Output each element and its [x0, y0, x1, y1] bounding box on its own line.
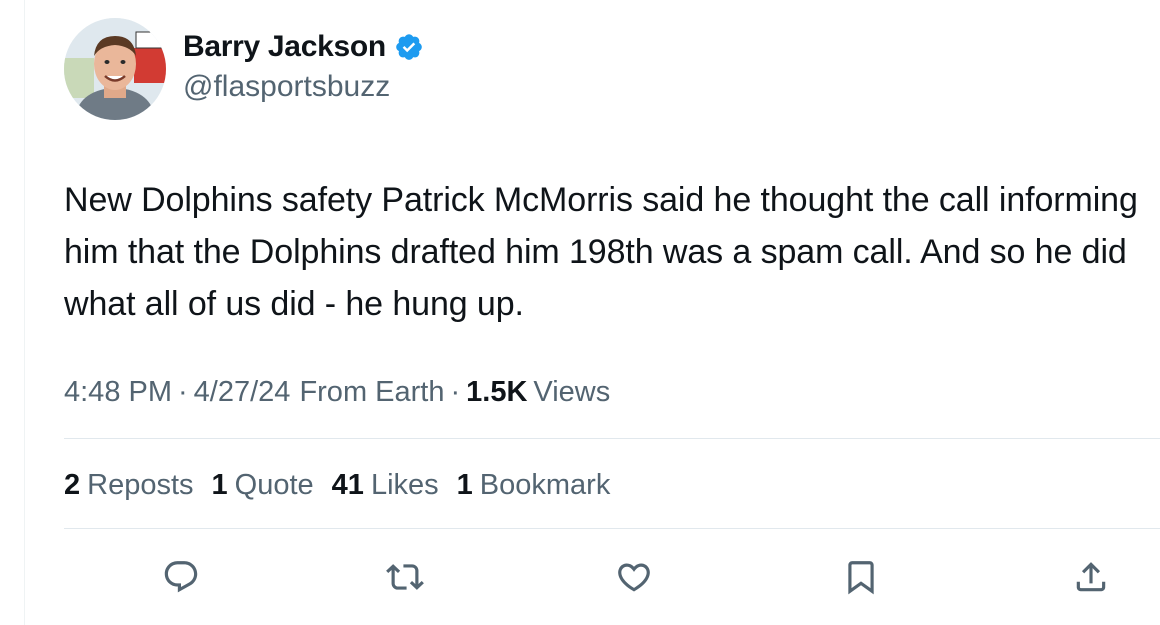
tweet-meta: 4:48 PM · 4/27/24 From Earth · 1.5K View… — [64, 372, 610, 412]
bookmarks-stat[interactable]: 1 Bookmark — [457, 469, 611, 502]
likes-count: 41 — [331, 468, 364, 501]
reply-button[interactable] — [156, 552, 206, 602]
bookmarks-label: Bookmark — [479, 468, 611, 501]
tweet-source: From Earth — [299, 375, 445, 408]
meta-separator: · — [450, 375, 461, 408]
reposts-stat[interactable]: 2 Reposts — [64, 469, 194, 502]
share-icon — [1076, 562, 1106, 592]
repost-button[interactable] — [380, 552, 430, 602]
verified-badge-icon[interactable] — [394, 32, 424, 62]
views-count: 1.5K — [466, 375, 528, 408]
reposts-label: Reposts — [87, 468, 194, 501]
divider — [64, 438, 1160, 439]
reply-icon — [164, 561, 198, 593]
bookmark-button[interactable] — [836, 552, 886, 602]
tweet-stats: 2 Reposts 1 Quote 41 Likes 1 Bookmark — [64, 464, 628, 506]
views-label: Views — [533, 375, 611, 408]
author-name[interactable]: Barry Jackson — [183, 30, 386, 64]
tweet-date[interactable]: 4/27/24 — [194, 376, 291, 409]
author-handle[interactable]: @flasportsbuzz — [183, 70, 390, 104]
reposts-count: 2 — [64, 468, 81, 501]
tweet-text: New Dolphins safety Patrick McMorris sai… — [64, 181, 1138, 323]
likes-label: Likes — [370, 468, 439, 501]
bookmarks-count: 1 — [456, 468, 473, 501]
tweet-time[interactable]: 4:48 PM — [64, 376, 172, 409]
quotes-label: Quote — [234, 468, 314, 501]
bookmark-icon — [848, 561, 874, 595]
like-icon — [618, 563, 650, 592]
action-bar — [0, 552, 1160, 602]
divider — [64, 528, 1160, 529]
quotes-stat[interactable]: 1 Quote — [212, 469, 314, 502]
meta-separator: · — [178, 375, 188, 408]
avatar[interactable] — [64, 18, 166, 120]
repost-icon — [386, 564, 424, 590]
likes-stat[interactable]: 41 Likes — [332, 469, 439, 502]
author-row: Barry Jackson — [183, 28, 424, 66]
quotes-count: 1 — [211, 468, 228, 501]
share-button[interactable] — [1066, 552, 1116, 602]
like-button[interactable] — [609, 552, 659, 602]
